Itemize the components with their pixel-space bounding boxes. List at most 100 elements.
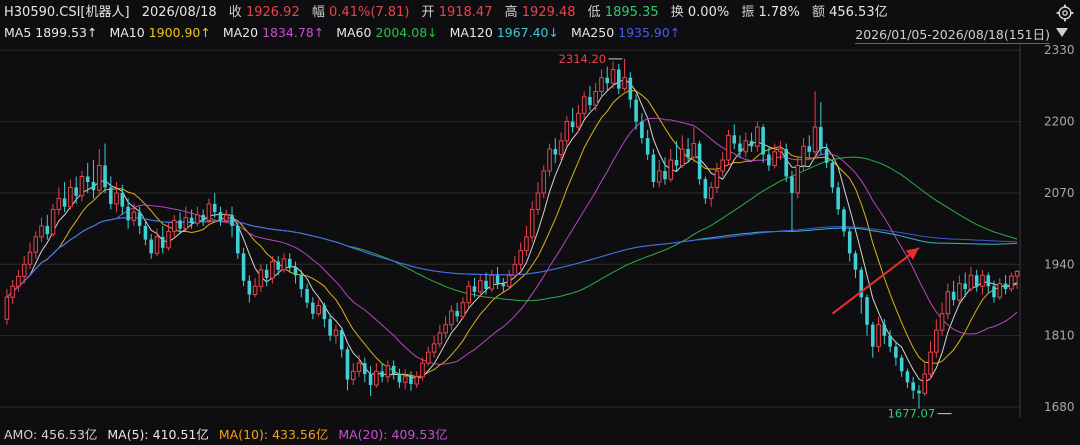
ma120-line (6, 217, 1018, 298)
candle-body-down (91, 181, 96, 191)
ma250-legend[interactable]: MA250 1935.90↑ (571, 25, 680, 40)
candlestick-chart[interactable]: 2330 2200 2070 1940 1810 1680 2314.20 1677.07 (0, 42, 1080, 422)
candle-body-down (588, 96, 592, 106)
candle-body-up (281, 258, 287, 271)
candle-body-down (368, 374, 373, 386)
candle-body-down (397, 374, 402, 383)
ma60-legend[interactable]: MA60 2004.08↓ (336, 25, 437, 40)
candle-body-down (784, 149, 788, 177)
close-label: 收 (228, 5, 242, 20)
candle-body-down (339, 330, 344, 350)
amo-field: AMO: 456.53亿 (4, 427, 97, 442)
candle-body-up (258, 269, 264, 287)
candle-body-up (720, 159, 725, 172)
low-annotation: 1677.07 (888, 407, 936, 421)
candle-body-up (581, 96, 587, 114)
candle-body-down (836, 187, 840, 210)
candle-body-down (143, 225, 148, 240)
y-tick-label: 2330 (1044, 43, 1075, 57)
candle-body-up (529, 208, 535, 238)
open-label: 开 (421, 5, 435, 20)
candle-body-up (668, 159, 674, 180)
candle-body-up (39, 225, 44, 238)
candle-body-down (686, 149, 690, 158)
candle-body-down (178, 220, 182, 229)
candle-body-up (928, 351, 933, 375)
ma20-legend[interactable]: MA20 1834.78↑ (223, 25, 324, 40)
candle-body-down (824, 149, 829, 163)
candle-body-down (1003, 283, 1008, 290)
candle-body-down (732, 135, 737, 144)
high-value: 1929.48 (521, 5, 576, 20)
candle-body-down (293, 267, 298, 276)
candle-body-up (79, 175, 85, 197)
candle-body-down (472, 286, 477, 292)
candle-body-up (477, 280, 483, 293)
candle-body-up (223, 214, 229, 221)
amo-ma20-value: 409.53亿 (391, 427, 448, 442)
ma120-value: 1967.40↓ (496, 25, 559, 40)
candle-body-up (599, 77, 604, 92)
candle-body-up (206, 203, 212, 221)
candle-body-up (518, 250, 523, 265)
amo-ma20-field: MA(20): 409.53亿 (338, 427, 447, 442)
dropdown-triangle-icon[interactable] (1056, 28, 1068, 37)
quote-date: 2026/08/18 (141, 5, 217, 20)
candle-body-up (795, 165, 801, 194)
candle-body-up (385, 365, 391, 378)
candle-body-up (576, 112, 581, 128)
candle-body-down (236, 225, 240, 254)
settings-gear-icon[interactable] (1056, 4, 1074, 22)
candle-body-up (812, 126, 818, 153)
candle-body-up (772, 151, 777, 167)
amount-indicator-bar: AMO: 456.53亿 MA(5): 410.51亿 MA(10): 433.… (4, 424, 454, 443)
candle-body-down (888, 335, 892, 347)
ma10-legend[interactable]: MA10 1900.90↑ (109, 25, 210, 40)
candle-body-up (466, 285, 471, 304)
close-field: 收 1926.92 (229, 5, 300, 20)
candle-body-up (402, 376, 408, 383)
change-label: 幅 (311, 5, 325, 20)
candle-body-down (842, 209, 846, 232)
candle-body-down (230, 214, 234, 226)
turnover-label: 换 (670, 5, 684, 20)
candle-body-up (743, 140, 749, 153)
low-value: 1895.35 (604, 5, 659, 20)
candle-body-down (149, 239, 153, 254)
amplitude-value: 1.78% (758, 5, 800, 20)
candle-body-down (767, 154, 771, 166)
ma120-legend[interactable]: MA120 1967.40↓ (450, 25, 559, 40)
candle-body-up (558, 140, 564, 156)
candle-body-up (593, 90, 598, 106)
ma120-label: MA120 (449, 25, 493, 40)
amo-ma10-value: 433.56亿 (272, 427, 329, 442)
candle-body-down (495, 275, 500, 284)
symbol-label[interactable]: H30590.CSI[机器人] (4, 5, 130, 20)
candle-body-down (322, 305, 327, 320)
high-label: 高 (504, 5, 518, 20)
ma5-legend[interactable]: MA5 1899.53↑ (4, 25, 97, 40)
ma10-label: MA10 (109, 25, 145, 40)
candle-body-down (212, 203, 217, 213)
candle-body-up (680, 148, 685, 167)
candle-body-up (68, 186, 73, 208)
candle-body-down (570, 121, 575, 128)
candle-body-down (992, 286, 996, 298)
candle-body-up (154, 236, 160, 254)
amo-ma5-label: MA(5): (107, 427, 149, 442)
candle-body-down (640, 121, 644, 139)
candle-body-up (997, 283, 1003, 298)
candle-body-down (201, 214, 205, 221)
candle-body-up (460, 302, 466, 317)
candle-body-down (899, 357, 904, 372)
date-range-selector[interactable]: 2026/01/05-2026/08/18(151日) (855, 24, 1050, 44)
amo-value: 456.53亿 (41, 427, 98, 442)
amo-ma20-label: MA(20): (338, 427, 388, 442)
candle-body-up (420, 362, 425, 378)
candle-body-up (443, 324, 448, 334)
candle-body-up (195, 214, 200, 224)
ma20-value: 1834.78↑ (262, 25, 325, 40)
candle-body-down (409, 376, 413, 384)
ma5-label: MA5 (4, 25, 32, 40)
ma60-value: 2004.08↓ (375, 25, 438, 40)
